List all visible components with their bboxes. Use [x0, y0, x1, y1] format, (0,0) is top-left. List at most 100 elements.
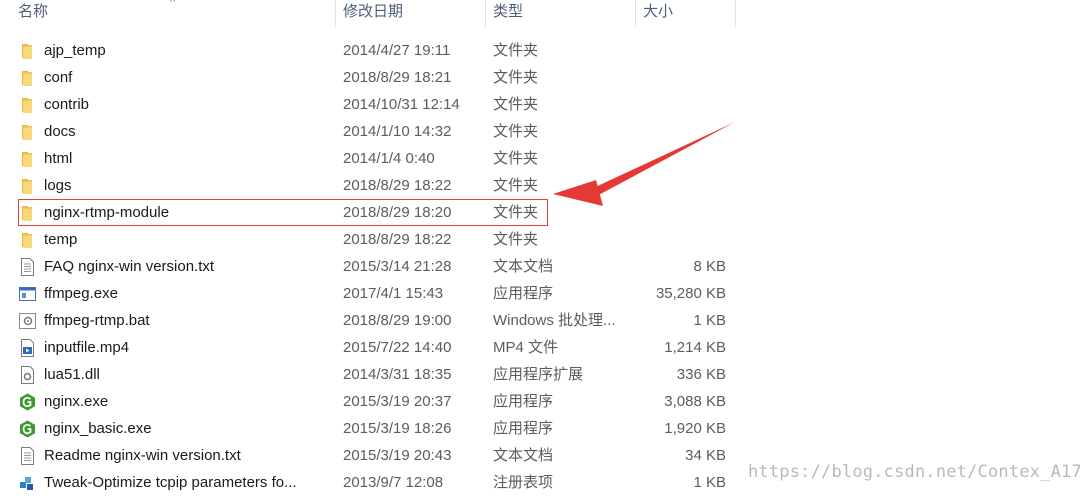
file-size [640, 91, 726, 118]
file-type: 文件夹 [493, 123, 539, 140]
file-modified-date: 2015/7/22 14:40 [343, 339, 452, 356]
file-type: 文件夹 [493, 150, 539, 167]
dll-file-icon [19, 366, 36, 384]
file-size: 8 KB [693, 258, 726, 275]
file-type: 应用程序扩展 [493, 366, 584, 383]
file-size: 1,920 KB [664, 420, 726, 437]
folder-icon [19, 150, 36, 168]
folder-icon [19, 69, 36, 87]
file-type: Windows 批处理... [493, 312, 616, 329]
file-size [640, 64, 726, 91]
file-size [640, 37, 726, 64]
file-type: 应用程序 [493, 420, 554, 437]
file-row[interactable]: ajp_temp 2014/4/27 19:11 文件夹 [0, 37, 740, 64]
file-name: html [44, 150, 73, 167]
file-size: 35,280 KB [655, 285, 726, 302]
file-row[interactable]: logs 2018/8/29 18:22 文件夹 [0, 172, 740, 199]
file-name: nginx.exe [44, 393, 109, 410]
column-header-bar: ^ 名称 修改日期 类型 大小 [0, 0, 740, 28]
folder-icon [19, 177, 36, 195]
file-type: 注册表项 [493, 474, 554, 491]
file-size [640, 172, 726, 199]
file-type: 文件夹 [493, 42, 539, 59]
watermark: https://blog.csdn.net/Contex_A17 [748, 462, 1080, 482]
file-modified-date: 2015/3/19 18:26 [343, 420, 452, 437]
column-divider[interactable] [485, 0, 486, 28]
file-type: MP4 文件 [493, 339, 559, 356]
file-name: docs [44, 123, 76, 140]
file-name: inputfile.mp4 [44, 339, 130, 356]
file-size: 1 KB [693, 474, 726, 491]
file-modified-date: 2015/3/14 21:28 [343, 258, 452, 275]
file-size: 3,088 KB [664, 393, 726, 410]
folder-icon [19, 123, 36, 141]
video-file-icon [19, 339, 36, 357]
file-row[interactable]: ffmpeg.exe 2017/4/1 15:43 应用程序 35,280 KB [0, 280, 740, 307]
file-modified-date: 2014/10/31 12:14 [343, 96, 460, 113]
column-divider[interactable] [735, 0, 736, 28]
file-type: 文本文档 [493, 447, 554, 464]
column-divider[interactable] [635, 0, 636, 28]
file-modified-date: 2014/3/31 18:35 [343, 366, 452, 383]
file-modified-date: 2015/3/19 20:37 [343, 393, 452, 410]
column-header-type[interactable]: 类型 [493, 0, 523, 28]
nginx-icon [19, 393, 36, 411]
column-divider[interactable] [335, 0, 336, 28]
text-file-icon [19, 447, 36, 465]
file-row[interactable]: conf 2018/8/29 18:21 文件夹 [0, 64, 740, 91]
file-type: 文件夹 [493, 231, 539, 248]
file-row[interactable]: Readme nginx-win version.txt 2015/3/19 20… [0, 442, 740, 469]
file-size [640, 226, 726, 253]
file-name: Readme nginx-win version.txt [44, 447, 241, 464]
registry-file-icon [19, 474, 36, 492]
file-name: nginx_basic.exe [44, 420, 152, 437]
file-name: Tweak-Optimize tcpip parameters fo... [44, 474, 297, 491]
file-size: 1 KB [693, 312, 726, 329]
file-row[interactable]: ffmpeg-rtmp.bat 2018/8/29 19:00 Windows 批处… [0, 307, 740, 334]
file-name: contrib [44, 96, 90, 113]
file-type: 应用程序 [493, 393, 554, 410]
file-type: 文件夹 [493, 96, 539, 113]
file-modified-date: 2018/8/29 18:21 [343, 69, 452, 86]
batch-file-icon [19, 312, 36, 330]
highlight-box [18, 199, 548, 226]
text-file-icon [19, 258, 36, 276]
file-size [640, 118, 726, 145]
file-size [640, 145, 726, 172]
exe-icon [19, 285, 36, 303]
file-modified-date: 2018/8/29 18:22 [343, 177, 452, 194]
sort-caret-icon: ^ [170, 0, 176, 8]
file-name: temp [44, 231, 78, 248]
file-modified-date: 2014/4/27 19:11 [343, 42, 451, 59]
file-row[interactable]: inputfile.mp4 2015/7/22 14:40 MP4 文件 1,214 … [0, 334, 740, 361]
nginx-icon [19, 420, 36, 438]
file-modified-date: 2014/1/10 14:32 [343, 123, 452, 140]
file-row[interactable]: nginx_basic.exe 2015/3/19 18:26 应用程序 1,920 … [0, 415, 740, 442]
file-name: logs [44, 177, 72, 194]
file-row[interactable]: Tweak-Optimize tcpip parameters fo... 201… [0, 469, 740, 496]
file-type: 应用程序 [493, 285, 554, 302]
file-name: ajp_temp [44, 42, 106, 59]
file-size: 34 KB [685, 447, 726, 464]
file-name: FAQ nginx-win version.txt [44, 258, 215, 275]
file-row[interactable]: docs 2014/1/10 14:32 文件夹 [0, 118, 740, 145]
file-row[interactable]: temp 2018/8/29 18:22 文件夹 [0, 226, 740, 253]
file-row[interactable]: html 2014/1/4 0:40 文件夹 [0, 145, 740, 172]
column-header-date[interactable]: 修改日期 [343, 0, 403, 28]
file-name: lua51.dll [44, 366, 100, 383]
column-header-size[interactable]: 大小 [643, 0, 673, 28]
folder-icon [19, 42, 36, 60]
file-row[interactable]: FAQ nginx-win version.txt 2015/3/14 21:28… [0, 253, 740, 280]
file-modified-date: 2015/3/19 20:43 [343, 447, 452, 464]
file-row[interactable]: lua51.dll 2014/3/31 18:35 应用程序扩展 336 KB [0, 361, 740, 388]
file-size [640, 199, 726, 226]
column-header-name[interactable]: 名称 [18, 0, 48, 28]
file-name: ffmpeg-rtmp.bat [44, 312, 150, 329]
file-modified-date: 2014/1/4 0:40 [343, 150, 435, 167]
file-row[interactable]: contrib 2014/10/31 12:14 文件夹 [0, 91, 740, 118]
file-row[interactable]: nginx.exe 2015/3/19 20:37 应用程序 3,088 KB [0, 388, 740, 415]
folder-icon [19, 96, 36, 114]
file-name: conf [44, 69, 73, 86]
file-modified-date: 2018/8/29 18:22 [343, 231, 452, 248]
file-modified-date: 2018/8/29 19:00 [343, 312, 452, 329]
